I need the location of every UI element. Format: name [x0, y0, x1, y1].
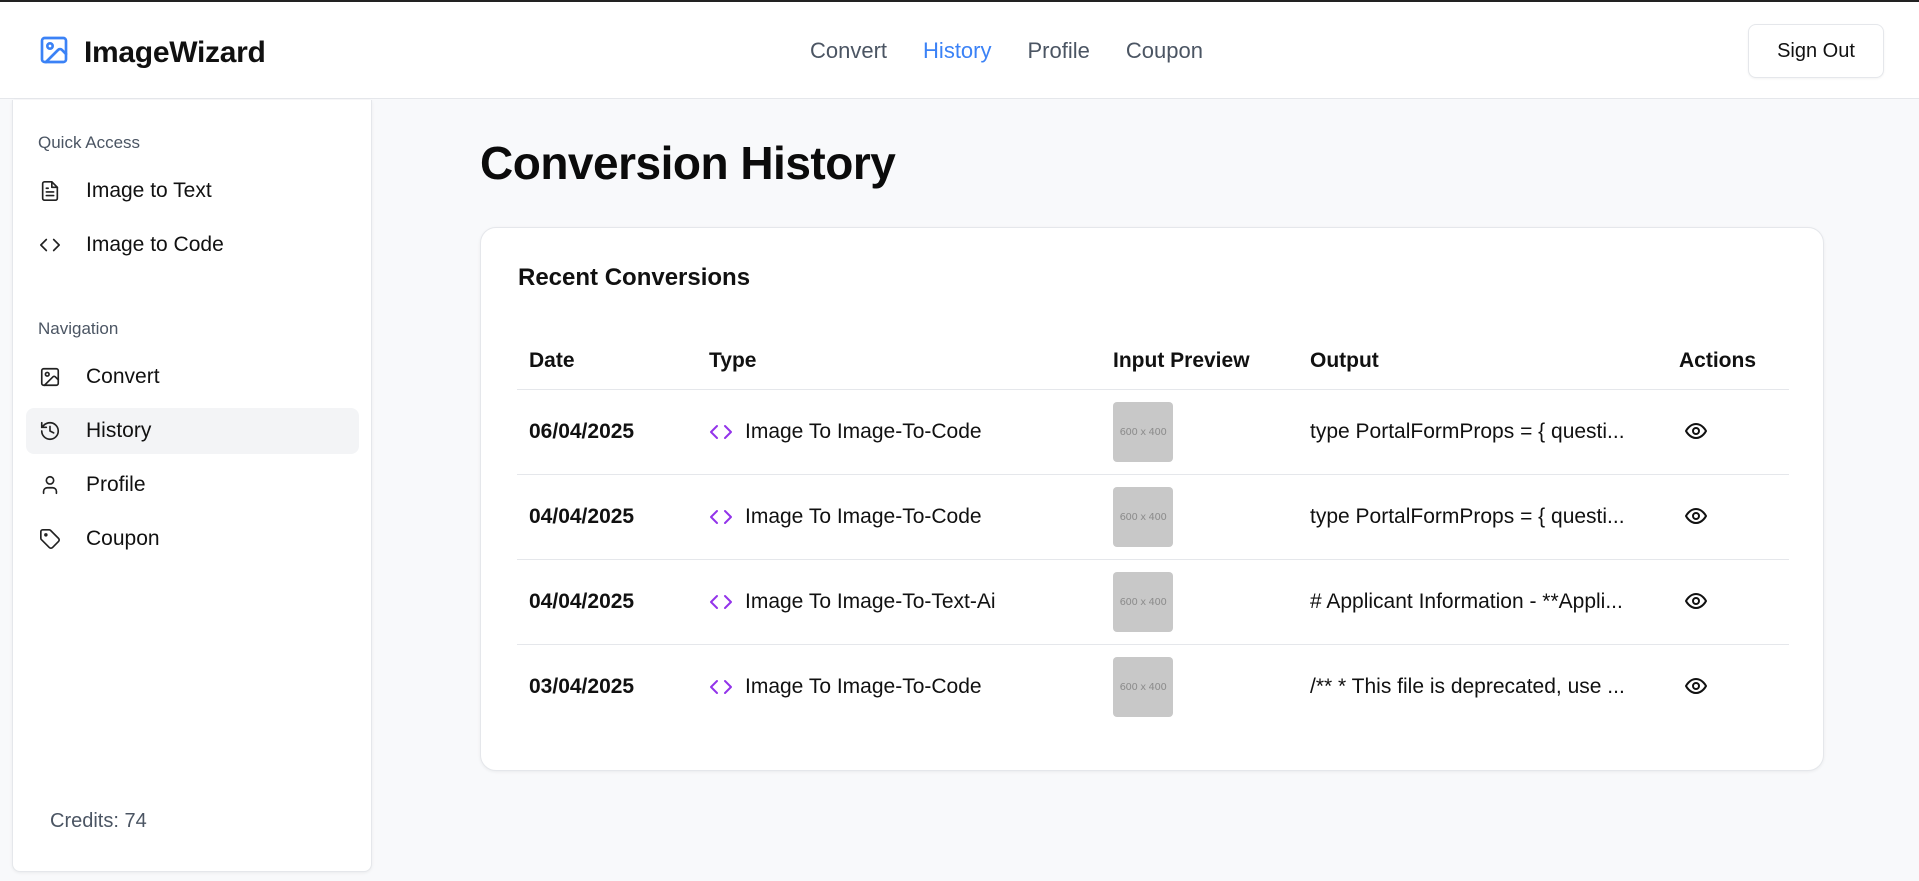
- credits-count: Credits: 74: [50, 810, 147, 832]
- sidebar-item-image-to-text[interactable]: Image to Text: [26, 168, 359, 214]
- recent-conversions-card: Recent Conversions Date Type Input Previ…: [480, 227, 1824, 771]
- sidebar-item-label: Image to Text: [86, 179, 212, 202]
- column-header-actions: Actions: [1679, 349, 1757, 372]
- table-row: 04/04/2025 Image To Image-To-Code 600 x …: [517, 475, 1789, 560]
- tag-icon: [38, 527, 62, 551]
- table-row: 03/04/2025 Image To Image-To-Code 600 x …: [517, 645, 1789, 730]
- sidebar-item-label: Image to Code: [86, 233, 224, 256]
- row-type-label: Image To Image-To-Code: [745, 675, 982, 698]
- row-output: type PortalFormProps = { questi...: [1310, 420, 1625, 443]
- user-icon: [38, 473, 62, 497]
- code-icon: [710, 510, 732, 524]
- history-icon: [38, 419, 62, 443]
- input-preview-thumbnail: 600 x 400: [1113, 402, 1173, 462]
- view-button[interactable]: [1681, 586, 1711, 616]
- view-button[interactable]: [1681, 671, 1711, 701]
- sidebar-item-convert[interactable]: Convert: [26, 354, 359, 400]
- code-icon: [710, 425, 732, 439]
- view-button[interactable]: [1681, 416, 1711, 446]
- eye-icon: [1685, 678, 1707, 694]
- brand-name: ImageWizard: [84, 35, 266, 69]
- table-row: 06/04/2025 Image To Image-To-Code 600 x …: [517, 390, 1789, 475]
- top-nav-history[interactable]: History: [923, 38, 991, 64]
- row-date: 06/04/2025: [529, 420, 635, 443]
- sidebar-item-history[interactable]: History: [26, 408, 359, 454]
- conversions-table: Date Type Input Preview Output Actions 0…: [517, 324, 1789, 730]
- row-output: type PortalFormProps = { questi...: [1310, 505, 1625, 528]
- quick-access-heading: Quick Access: [38, 133, 141, 152]
- sidebar-item-label: Convert: [86, 365, 160, 388]
- sign-out-button[interactable]: Sign Out: [1748, 24, 1884, 78]
- row-type: Image To Image-To-Code: [709, 420, 982, 444]
- row-output: # Applicant Information - **Appli...: [1310, 590, 1623, 613]
- row-type-label: Image To Image-To-Code: [745, 505, 982, 528]
- sidebar-item-image-to-code[interactable]: Image to Code: [26, 222, 359, 268]
- row-date: 04/04/2025: [529, 505, 635, 528]
- top-nav-coupon[interactable]: Coupon: [1126, 38, 1203, 64]
- sidebar: Quick Access Image to Text Image to Code…: [12, 100, 372, 872]
- row-output: /** * This file is deprecated, use ...: [1310, 675, 1625, 698]
- top-nav: Convert History Profile Coupon: [810, 38, 1239, 64]
- eye-icon: [1685, 423, 1707, 439]
- sidebar-item-label: History: [86, 419, 152, 442]
- sidebar-item-label: Profile: [86, 473, 146, 496]
- row-type-label: Image To Image-To-Code: [745, 420, 982, 443]
- top-header: ImageWizard Convert History Profile Coup…: [0, 2, 1919, 99]
- row-type: Image To Image-To-Code: [709, 505, 982, 529]
- brand[interactable]: ImageWizard: [38, 34, 266, 71]
- code-icon: [710, 595, 732, 609]
- row-date: 04/04/2025: [529, 590, 635, 613]
- sidebar-item-label: Coupon: [86, 527, 160, 550]
- column-header-date: Date: [529, 349, 575, 372]
- row-type: Image To Image-To-Text-Ai: [709, 590, 996, 614]
- sidebar-item-profile[interactable]: Profile: [26, 462, 359, 508]
- code-icon: [38, 233, 62, 257]
- row-type: Image To Image-To-Code: [709, 675, 982, 699]
- view-button[interactable]: [1681, 501, 1711, 531]
- page-title: Conversion History: [480, 137, 896, 189]
- input-preview-thumbnail: 600 x 400: [1113, 657, 1173, 717]
- card-title: Recent Conversions: [518, 264, 751, 291]
- file-text-icon: [38, 179, 62, 203]
- top-nav-convert[interactable]: Convert: [810, 38, 887, 64]
- table-row: 04/04/2025 Image To Image-To-Text-Ai 600…: [517, 560, 1789, 645]
- top-nav-profile[interactable]: Profile: [1028, 38, 1090, 64]
- image-icon: [38, 365, 62, 389]
- row-date: 03/04/2025: [529, 675, 635, 698]
- sidebar-item-coupon[interactable]: Coupon: [26, 516, 359, 562]
- row-type-label: Image To Image-To-Text-Ai: [745, 590, 996, 613]
- table-header-row: Date Type Input Preview Output Actions: [517, 324, 1789, 390]
- column-header-output: Output: [1310, 349, 1379, 372]
- column-header-input-preview: Input Preview: [1113, 349, 1250, 372]
- navigation-heading: Navigation: [38, 319, 119, 338]
- code-icon: [710, 680, 732, 694]
- eye-icon: [1685, 593, 1707, 609]
- image-logo-icon: [38, 34, 70, 71]
- eye-icon: [1685, 508, 1707, 524]
- input-preview-thumbnail: 600 x 400: [1113, 487, 1173, 547]
- column-header-type: Type: [709, 349, 757, 372]
- input-preview-thumbnail: 600 x 400: [1113, 572, 1173, 632]
